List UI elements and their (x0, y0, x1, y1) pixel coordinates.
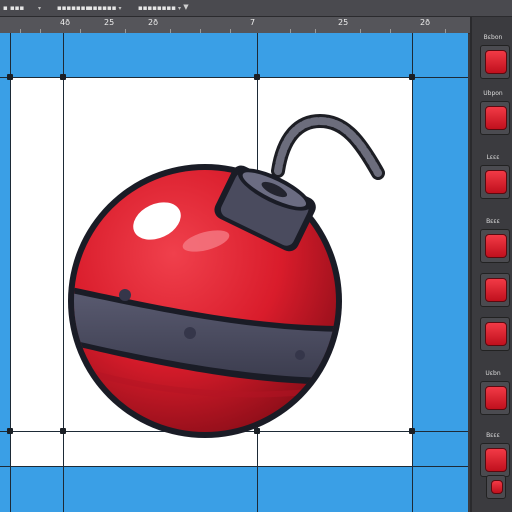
panel-label: Bɛɛɛ (486, 218, 500, 225)
toolbar-menu-1[interactable]: ▪ ▪▪▪ (3, 3, 24, 13)
design-canvas[interactable] (0, 33, 468, 512)
panel-label: Ubpon (483, 90, 503, 97)
toolbar-menu-4-arrow: ▾ (118, 4, 122, 12)
panel-label: Bɛbon (483, 34, 503, 41)
panel-label: Uɛbn (485, 370, 501, 377)
toolbar-menu-2-arrow: ▾ (38, 4, 42, 12)
asset-panel: Bɛbon Ubpon Lɛɛɛ Bɛɛɛ Uɛbn Bɛɛɛ (470, 17, 512, 512)
red-button-swatch[interactable] (480, 101, 510, 135)
toolbar-menu-5[interactable]: ▪▪▪▪▪▪▪▪ ▾ (138, 3, 181, 13)
toolbar-menu-5-arrow: ▾ (177, 4, 181, 12)
red-button-swatch[interactable] (480, 381, 510, 415)
ruler-tick: 2ð (420, 18, 430, 27)
ruler-tick: 7 (250, 18, 256, 27)
red-button-swatch[interactable] (480, 443, 510, 477)
toolbar-menu-3-label: ▪▪▪▪▪▪▪ (57, 4, 91, 12)
ruler-tick: 25 (104, 18, 115, 27)
toolbar-menu-4-label: ▪▪▪▪▪▪ (88, 4, 117, 12)
filter-dropdown-icon[interactable]: ▼ (182, 3, 190, 11)
toolbar-menu-5-label: ▪▪▪▪▪▪▪▪ (138, 4, 176, 12)
red-button-swatch[interactable] (480, 45, 510, 79)
top-toolbar: ▪ ▪▪▪ ▾ ▪▪▪▪▪▪▪ ▪▪▪▪▪▪ ▾ ▪▪▪▪▪▪▪▪ ▾ ▼ (0, 0, 512, 17)
toolbar-menu-2[interactable]: ▾ (38, 3, 41, 13)
red-button-swatch[interactable] (480, 229, 510, 263)
panel-label: Bɛɛɛ (486, 432, 500, 439)
horizontal-ruler[interactable]: 4ð 25 2ð 7 25 2ð (0, 17, 470, 34)
red-button-swatch[interactable] (480, 165, 510, 199)
ruler-tick: 4ð (60, 18, 70, 27)
panel-label: Lɛɛɛ (486, 154, 500, 161)
toolbar-menu-4[interactable]: ▪▪▪▪▪▪ ▾ (88, 3, 121, 13)
ruler-tick: 25 (338, 18, 349, 27)
toolbar-menu-3[interactable]: ▪▪▪▪▪▪▪ (57, 3, 90, 13)
bomb-sprite[interactable] (0, 33, 468, 512)
red-button-swatch[interactable] (480, 317, 510, 351)
toolbar-menu-1-label: ▪ ▪▪▪ (3, 4, 25, 12)
red-button-swatch[interactable] (480, 273, 510, 307)
red-button-swatch-small[interactable] (486, 475, 506, 499)
ruler-tick: 2ð (148, 18, 158, 27)
